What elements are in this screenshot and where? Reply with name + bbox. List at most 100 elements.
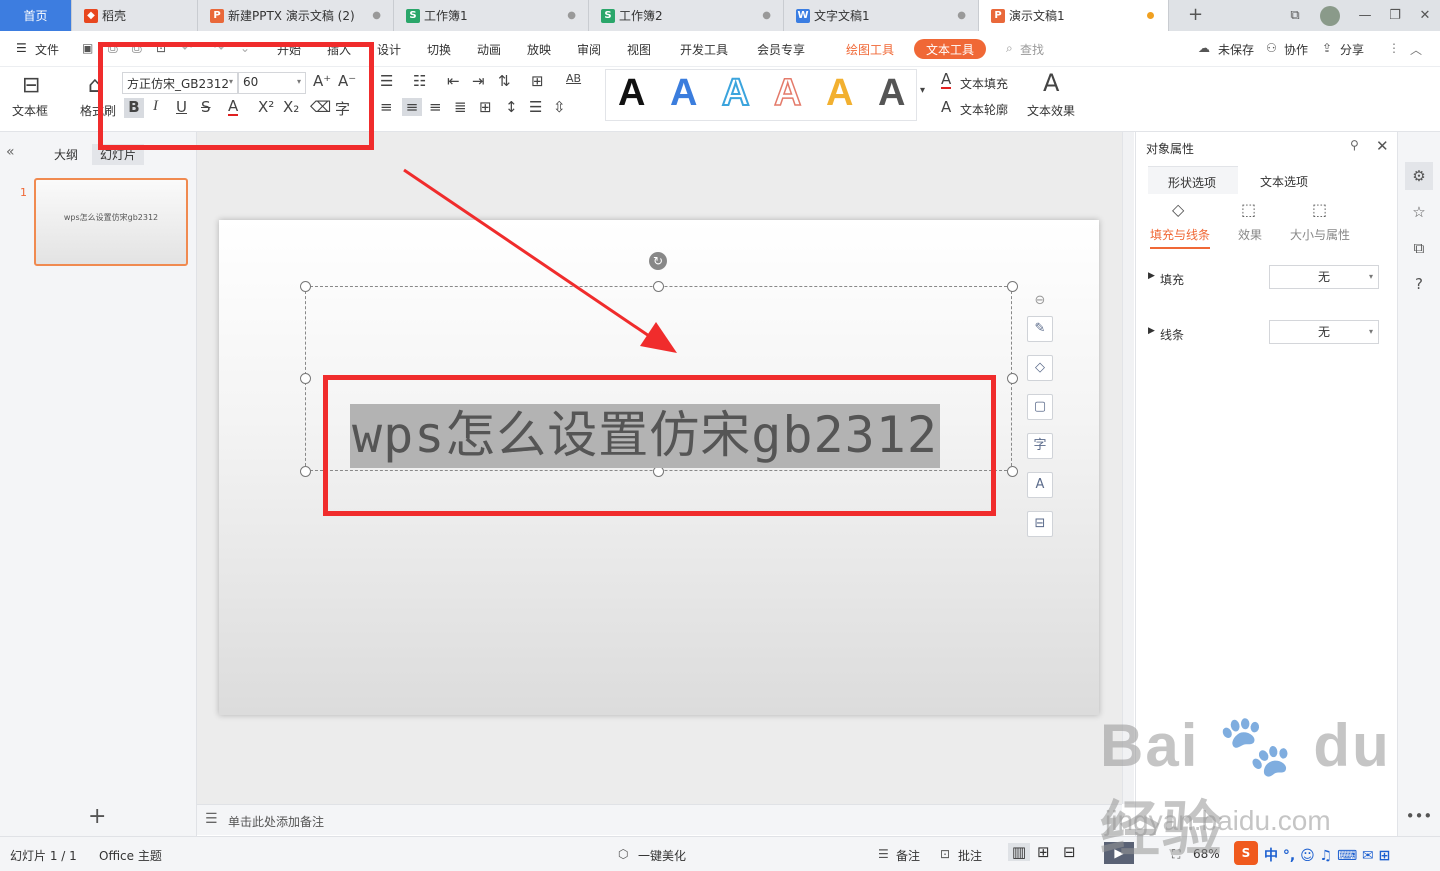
resize-handle[interactable] bbox=[1007, 466, 1018, 477]
close-icon[interactable]: ● bbox=[372, 10, 381, 21]
text-effect-button[interactable]: 文本效果 bbox=[1027, 102, 1075, 119]
resize-handle[interactable] bbox=[300, 373, 311, 384]
collapse-ribbon-icon[interactable]: ︿ bbox=[1410, 41, 1422, 58]
close-panel-icon[interactable]: ✕ bbox=[1376, 137, 1389, 155]
add-tab-icon[interactable]: + bbox=[1188, 4, 1203, 25]
menu-item-drawing-tools[interactable]: 绘图工具 bbox=[846, 41, 894, 58]
resize-handle[interactable] bbox=[1007, 373, 1018, 384]
column-icon[interactable]: ⇳ bbox=[553, 98, 566, 116]
theme-name[interactable]: Office 主题 bbox=[99, 847, 162, 864]
expand-fill-icon[interactable]: ▶ bbox=[1148, 271, 1155, 281]
collab-button[interactable]: 协作 bbox=[1284, 41, 1308, 58]
justify-icon[interactable]: ≣ bbox=[454, 98, 467, 116]
font-icon[interactable]: 字 bbox=[1027, 433, 1053, 459]
add-slide-icon[interactable]: + bbox=[88, 804, 106, 829]
sorter-view-icon[interactable]: ⊞ bbox=[1037, 843, 1050, 861]
tab-workbook2[interactable]: S 工作簿2 ● bbox=[589, 0, 784, 31]
avatar[interactable] bbox=[1310, 5, 1350, 26]
menu-item-design[interactable]: 设计 bbox=[377, 41, 401, 58]
text-style-icon[interactable]: A bbox=[1027, 472, 1053, 498]
align-left-icon[interactable]: ≡ bbox=[380, 98, 393, 116]
menu-file[interactable]: 文件 bbox=[35, 41, 59, 58]
search-icon[interactable]: ⌕ bbox=[1006, 41, 1013, 56]
increase-indent-icon[interactable]: ⇥ bbox=[472, 72, 485, 90]
reading-view-icon[interactable]: ⊟ bbox=[1063, 843, 1076, 861]
style-black-icon[interactable]: A bbox=[618, 72, 645, 115]
hamburger-icon[interactable]: ☰ bbox=[16, 41, 27, 55]
gallery-more-icon[interactable]: ▾ bbox=[920, 85, 925, 96]
tab-docer[interactable]: ◆ 稻壳 bbox=[72, 0, 198, 31]
subtab-fill-line[interactable]: 填充与线条 bbox=[1150, 226, 1211, 249]
text-fill-button[interactable]: 文本填充 bbox=[960, 75, 1008, 92]
tab-shape-options[interactable]: 形状选项 bbox=[1148, 166, 1238, 194]
style-gold-icon[interactable]: A bbox=[826, 72, 853, 115]
collapse-panel-icon[interactable]: « bbox=[6, 144, 15, 160]
help-icon[interactable]: ? bbox=[1405, 270, 1433, 298]
rotate-handle-icon[interactable]: ↻ bbox=[649, 252, 667, 270]
comments-button[interactable]: 批注 bbox=[958, 847, 982, 864]
panel-title[interactable]: 对象属性 bbox=[1146, 140, 1194, 157]
close-window-icon[interactable]: ✕ bbox=[1410, 8, 1440, 23]
tab-word-doc[interactable]: W 文字文稿1 ● bbox=[784, 0, 979, 31]
tab-presentation1[interactable]: P 演示文稿1 bbox=[979, 0, 1169, 31]
resize-handle[interactable] bbox=[653, 281, 664, 292]
subtab-effect[interactable]: 效果 bbox=[1238, 226, 1262, 243]
tab-workbook1[interactable]: S 工作簿1 ● bbox=[394, 0, 589, 31]
tab-text-options[interactable]: 文本选项 bbox=[1260, 173, 1308, 190]
menu-item-text-tools[interactable]: 文本工具 bbox=[914, 39, 987, 59]
resize-handle[interactable] bbox=[300, 281, 311, 292]
expand-line-icon[interactable]: ▶ bbox=[1148, 326, 1155, 336]
vertical-scrollbar[interactable] bbox=[1122, 132, 1134, 804]
beautify-button[interactable]: 一键美化 bbox=[638, 847, 686, 864]
collapse-tools-icon[interactable]: ⊖ bbox=[1027, 289, 1053, 315]
normal-view-icon[interactable]: ▥ bbox=[1008, 843, 1030, 861]
tab-home[interactable]: 首页 bbox=[0, 0, 72, 31]
numbered-list-icon[interactable]: ☷ bbox=[413, 72, 426, 90]
search-button[interactable]: 查找 bbox=[1020, 41, 1044, 58]
align-center-icon[interactable]: ≡ bbox=[402, 98, 422, 116]
style-gray-icon[interactable]: A bbox=[878, 72, 905, 115]
restore-icon[interactable]: ❐ bbox=[1380, 8, 1410, 23]
menu-item-view[interactable]: 视图 bbox=[627, 41, 651, 58]
style-outline-blue-icon[interactable]: A bbox=[721, 71, 750, 115]
decrease-indent-icon[interactable]: ⇤ bbox=[447, 72, 460, 90]
text-fit-icon[interactable]: AB bbox=[566, 72, 581, 85]
resize-handle[interactable] bbox=[300, 466, 311, 477]
menu-item-transition[interactable]: 切换 bbox=[427, 41, 451, 58]
subtab-size[interactable]: 大小与属性 bbox=[1290, 226, 1350, 243]
menu-item-developer[interactable]: 开发工具 bbox=[680, 41, 728, 58]
menu-item-slideshow[interactable]: 放映 bbox=[527, 41, 551, 58]
slide-switch-icon[interactable]: ⧉ bbox=[1405, 234, 1433, 262]
close-icon[interactable]: ● bbox=[762, 10, 771, 21]
style-outline-red-icon[interactable]: A bbox=[773, 71, 802, 115]
save-icon[interactable]: ▣ bbox=[82, 41, 93, 55]
paragraph-spacing-icon[interactable]: ☰ bbox=[529, 98, 542, 116]
fill-select[interactable]: 无 ▾ bbox=[1269, 265, 1379, 289]
text-outline-button[interactable]: 文本轮廓 bbox=[960, 101, 1008, 118]
properties-icon[interactable]: ⚙ bbox=[1405, 162, 1433, 190]
pin-icon[interactable]: ⚲ bbox=[1350, 138, 1359, 152]
menu-item-review[interactable]: 审阅 bbox=[577, 41, 601, 58]
share-button[interactable]: 分享 bbox=[1340, 41, 1364, 58]
notes-bar[interactable]: ☰ 单击此处添加备注 bbox=[197, 804, 1122, 835]
minimize-icon[interactable]: — bbox=[1350, 8, 1380, 23]
outline-icon[interactable]: ▢ bbox=[1027, 394, 1053, 420]
align-text-icon[interactable]: ⊞ bbox=[531, 72, 544, 90]
style-blue-icon[interactable]: A bbox=[670, 72, 697, 115]
menu-item-animation[interactable]: 动画 bbox=[477, 41, 501, 58]
text-direction-icon[interactable]: ⇅ bbox=[498, 72, 511, 90]
fill-icon[interactable]: ◇ bbox=[1027, 355, 1053, 381]
window-mode-icon[interactable]: ⧉ bbox=[1280, 8, 1310, 23]
close-icon[interactable]: ● bbox=[567, 10, 576, 21]
text-wrap-icon[interactable]: ⊟ bbox=[1027, 511, 1053, 537]
textbox-button[interactable]: 文本框 bbox=[12, 102, 48, 119]
tab-outline[interactable]: 大纲 bbox=[54, 146, 78, 163]
tab-new-pptx[interactable]: P 新建PPTX 演示文稿 (2) ● bbox=[198, 0, 394, 31]
close-icon[interactable]: ● bbox=[957, 10, 966, 21]
line-spacing-icon[interactable]: ↕ bbox=[505, 98, 518, 116]
bullet-list-icon[interactable]: ☰ bbox=[380, 72, 393, 90]
pen-icon[interactable]: ✎ bbox=[1027, 316, 1053, 342]
line-select[interactable]: 无 ▾ bbox=[1269, 320, 1379, 344]
distribute-icon[interactable]: ⊞ bbox=[479, 98, 492, 116]
menu-item-member[interactable]: 会员专享 bbox=[757, 41, 805, 58]
